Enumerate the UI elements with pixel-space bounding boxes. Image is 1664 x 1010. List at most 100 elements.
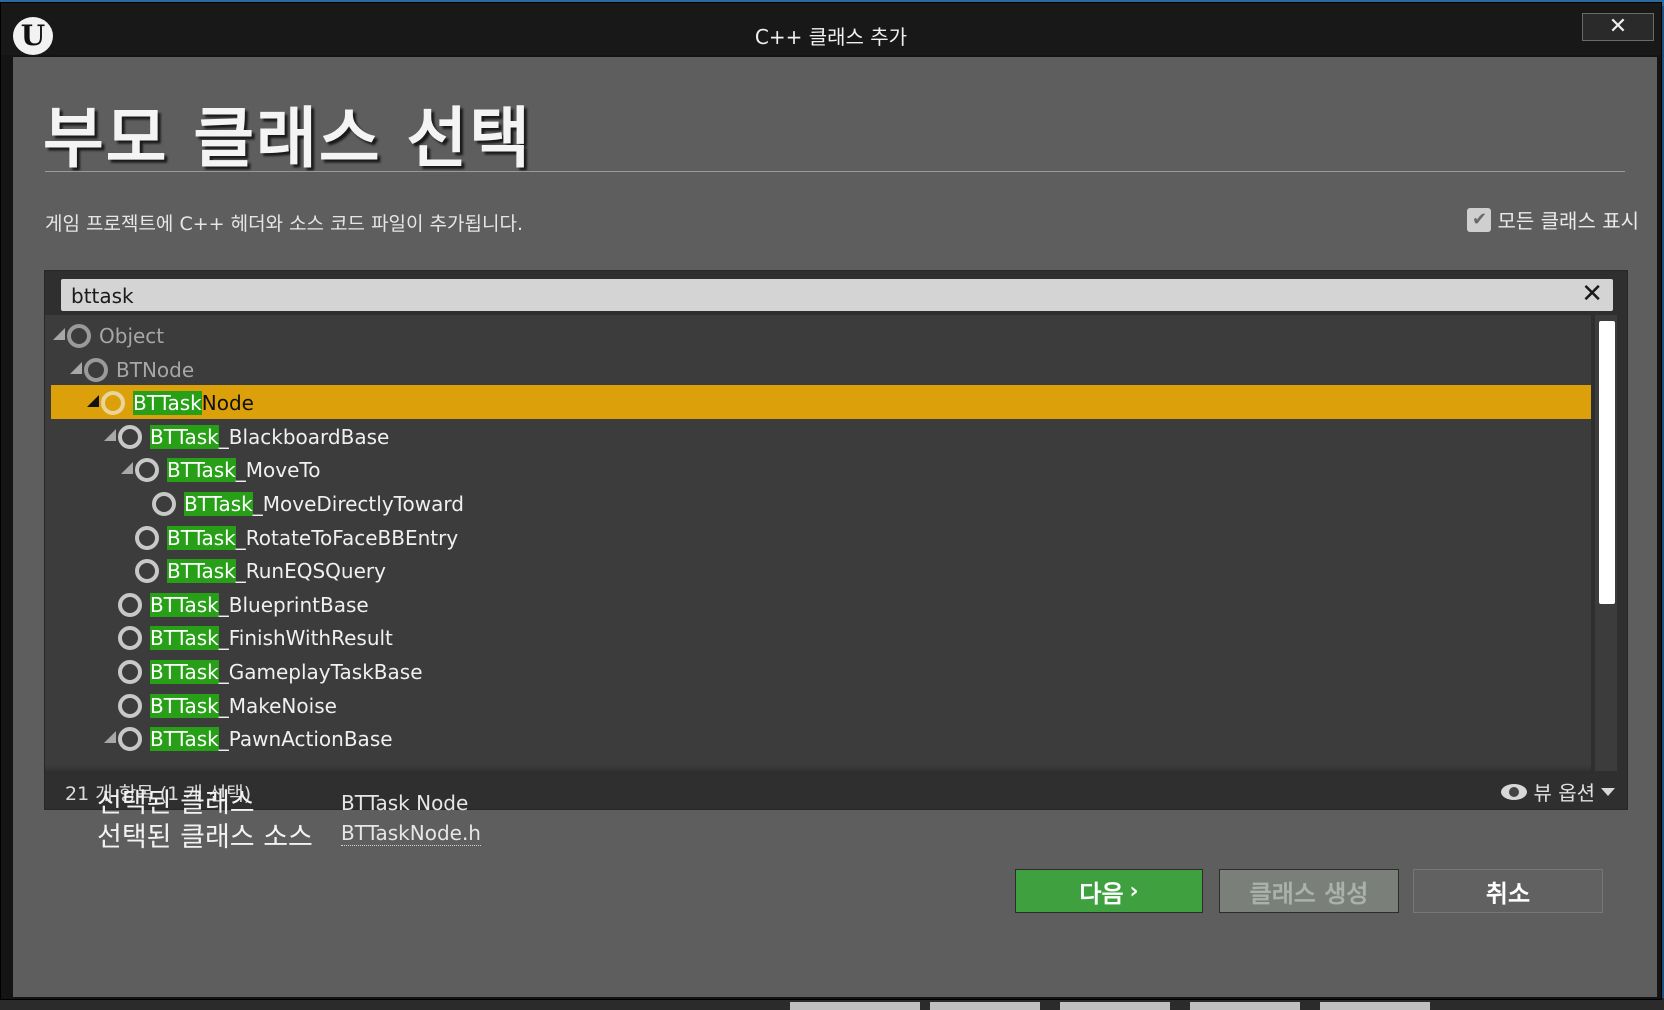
search-match-highlight: BTTask [167,559,236,584]
checkmark-icon[interactable]: ✔ [1467,207,1492,232]
tree-status-bar: 21 개 항목 (1 개 선택) 뷰 옵션 [45,771,1627,809]
create-class-button-label: 클래스 생성 [1249,879,1369,908]
view-options-label: 뷰 옵션 [1533,781,1595,805]
search-match-highlight: BTTask [150,592,219,617]
close-icon[interactable]: ✕ [1582,13,1654,41]
tree-row[interactable]: Object [51,318,1591,352]
search-match-highlight: BTTask [150,693,219,718]
class-picker: bttask ✕ Object BTNode BTTaskNode BTTask_Bl… [44,270,1628,810]
tree-row-label: BTTask_BlueprintBase [150,592,369,617]
tree-row-label: BTTask_BlackboardBase [150,424,390,449]
expand-arrow-icon[interactable] [53,328,65,340]
tree-row[interactable]: BTTask_MoveTo [51,452,1591,486]
tree-row[interactable]: BTTask_BlueprintBase [51,587,1591,621]
tree-row[interactable]: BTTask_RotateToFaceBBEntry [51,520,1591,554]
eye-icon [1501,783,1528,800]
next-button-label: 다음 [1079,879,1124,908]
expand-arrow-icon[interactable] [87,395,99,408]
expand-arrow-icon[interactable] [121,462,133,475]
tree-row-text: _BlueprintBase [218,592,369,617]
selected-class-source-wrap: BTTaskNode.h [341,821,481,846]
title-divider [45,171,1625,172]
tree-row[interactable]: BTTask_BlackboardBase [51,419,1591,453]
tree-row-label: BTTask_MoveTo [167,458,321,483]
search-match-highlight: BTTask [167,458,236,483]
tree-row[interactable]: BTTaskNode [51,385,1591,420]
search-match-highlight: BTTask [150,424,219,449]
search-match-highlight: BTTask [150,626,219,651]
selected-class-source-link[interactable]: BTTaskNode.h [341,821,481,846]
class-circle-icon [118,727,142,752]
page-description: 게임 프로젝트에 C++ 헤더와 소스 코드 파일이 추가됩니다. [45,213,523,235]
show-all-classes-toggle[interactable]: ✔ 모든 클래스 표시 [1467,205,1639,234]
class-circle-icon [101,391,125,416]
tree-row[interactable]: BTTask_FinishWithResult [51,620,1591,654]
add-cpp-class-dialog: U C++ 클래스 추가 ✕ 부모 클래스 선택 게임 프로젝트에 C++ 헤더… [0,2,1662,1000]
class-circle-icon [118,592,142,617]
search-input-value[interactable]: bttask [71,284,134,308]
dialog-content: 부모 클래스 선택 게임 프로젝트에 C++ 헤더와 소스 코드 파일이 추가됩… [13,57,1657,997]
class-circle-icon [152,492,176,516]
page-title: 부모 클래스 선택 [43,100,532,177]
tree-row-label: BTTask_FinishWithResult [150,626,393,651]
tree-row-text: _BlackboardBase [218,424,390,449]
tree-row-label: BTTask_PawnActionBase [150,727,393,752]
expand-arrow-icon[interactable] [104,731,116,744]
tree-row-text: Object [99,324,165,348]
tree-row-text: _PawnActionBase [218,727,393,752]
tree-row-label: BTNode [116,358,194,382]
title-bar: U C++ 클래스 추가 ✕ [1,3,1661,55]
tree-row[interactable]: BTTask_GameplayTaskBase [51,654,1591,688]
tree-row[interactable]: BTTask_MoveDirectlyToward [51,486,1591,520]
class-circle-icon [118,693,142,718]
show-all-classes-label: 모든 클래스 표시 [1497,209,1639,233]
clear-search-icon[interactable]: ✕ [1581,281,1603,307]
tree-row[interactable]: BTNode [51,352,1591,386]
chevron-right-icon: › [1129,878,1139,904]
tree-row-label: BTTaskNode [133,391,254,416]
tree-row-text: _FinishWithResult [218,626,393,651]
search-match-highlight: BTTask [167,525,236,550]
next-button[interactable]: 다음 › [1015,869,1203,913]
scrollbar-thumb[interactable] [1599,321,1615,604]
tree-row-text: _RunEQSQuery [235,559,386,584]
tree-row[interactable]: BTTask_MakeNoise [51,688,1591,722]
tree-row-text: _RotateToFaceBBEntry [235,525,459,550]
class-circle-icon [84,357,108,382]
search-match-highlight: BTTask [184,492,253,516]
tree-row-text: BTNode [116,357,195,382]
tree-row-text: _GameplayTaskBase [218,660,423,684]
create-class-button[interactable]: 클래스 생성 [1219,869,1399,913]
search-input[interactable]: bttask ✕ [61,279,1613,311]
view-options-button[interactable]: 뷰 옵션 [1501,777,1615,806]
class-circle-icon [118,626,142,651]
class-circle-icon [135,458,159,483]
tree-row-label: BTTask_MakeNoise [150,693,337,718]
cancel-button[interactable]: 취소 [1413,869,1603,913]
window-title: C++ 클래스 추가 [754,25,908,49]
tree-row-text: _MoveTo [235,458,321,483]
tree-row[interactable]: BTTask_RunEQSQuery [51,553,1591,587]
class-tree: Object BTNode BTTaskNode BTTask_BlackboardB… [45,315,1591,771]
search-match-highlight: BTTask [150,727,219,752]
tree-row-label: BTTask_RotateToFaceBBEntry [167,525,459,550]
tree-row-label: BTTask_MoveDirectlyToward [184,492,464,516]
cancel-button-label: 취소 [1485,879,1531,908]
search-match-highlight: BTTask [133,391,202,416]
tree-row-text: _MakeNoise [218,693,337,718]
tree-row-label: BTTask_RunEQSQuery [167,559,386,584]
tree-row[interactable]: BTTask_PawnActionBase [51,721,1591,755]
class-circle-icon [135,525,159,550]
selected-class-value: BTTask Node [341,791,469,815]
expand-arrow-icon[interactable] [104,428,116,441]
tree-row-label: Object [99,324,164,348]
tree-row-label: BTTask_GameplayTaskBase [150,660,423,684]
tree-row-text: _MoveDirectlyToward [252,492,464,516]
class-circle-icon [118,660,142,684]
search-match-highlight: BTTask [150,660,219,684]
expand-arrow-icon[interactable] [70,361,82,374]
class-circle-icon [135,559,159,584]
tree-row-text: Node [201,391,254,416]
class-circle-icon [67,324,91,348]
caret-down-icon [1601,787,1615,796]
